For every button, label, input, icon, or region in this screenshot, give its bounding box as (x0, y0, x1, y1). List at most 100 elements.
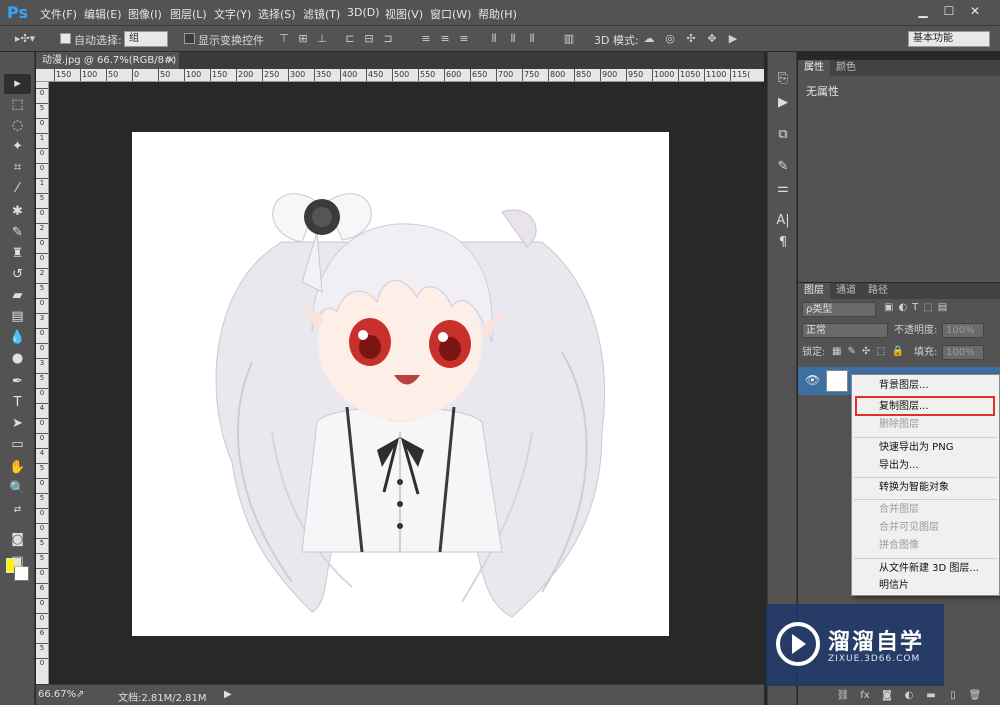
opacity-input[interactable]: 100% (942, 323, 984, 338)
link-layers-icon[interactable]: ⛓ (836, 689, 850, 703)
menu-item-postcard[interactable]: 明信片 (879, 579, 909, 593)
menu-item-convert-smart-object[interactable]: 转换为智能对象 (879, 481, 949, 495)
menu-filter[interactable]: 滤镜(T) (303, 6, 340, 22)
clone-source-icon[interactable]: ⧉ (774, 126, 792, 144)
path-select-tool-icon[interactable]: ➤ (4, 414, 31, 434)
menu-window[interactable]: 窗口(W) (430, 6, 471, 22)
export-icon[interactable]: ⇗ (76, 689, 84, 700)
canvas-area[interactable] (49, 82, 764, 684)
gradient-tool-icon[interactable]: ▤ (4, 307, 31, 327)
blur-tool-icon[interactable]: 💧 (4, 328, 31, 348)
quick-mask-icon[interactable]: ◙ (4, 530, 31, 550)
blend-mode-dropdown[interactable]: 正常 (802, 323, 888, 338)
pen-tool-icon[interactable]: ✒ (4, 372, 31, 392)
menu-type[interactable]: 文字(Y) (214, 6, 251, 22)
history-brush-tool-icon[interactable]: ↺ (4, 265, 31, 285)
auto-align-icon[interactable]: ▥ (563, 32, 575, 46)
marquee-tool-icon[interactable]: ⬚ (4, 95, 31, 115)
quick-select-tool-icon[interactable]: ✦ (4, 137, 31, 157)
swap-colors-icon[interactable]: ⇄ (4, 500, 31, 520)
distribute-right-icon[interactable]: ⫴ (526, 32, 538, 46)
align-bottom-icon[interactable]: ⊥ (316, 32, 328, 46)
menu-item-quick-export-png[interactable]: 快速导出为 PNG (879, 441, 953, 455)
menu-image[interactable]: 图像(I) (128, 6, 162, 22)
maximize-button[interactable]: ☐ (936, 2, 962, 20)
3d-camera-icon[interactable]: ▶ (727, 32, 739, 46)
auto-select-dropdown[interactable]: 组 (124, 31, 168, 47)
hand-tool-icon[interactable]: ✋ (4, 458, 31, 478)
screen-mode-icon[interactable]: ▣ (4, 552, 31, 572)
close-window-button[interactable]: ✕ (962, 2, 988, 20)
tab-layers[interactable]: 图层 (798, 283, 830, 299)
fill-input[interactable]: 100% (942, 345, 984, 360)
distribute-bottom-icon[interactable]: ≡ (458, 32, 470, 46)
menu-file[interactable]: 文件(F) (40, 6, 77, 22)
menu-select[interactable]: 选择(S) (258, 6, 296, 22)
delete-layer-icon[interactable]: 🗑 (968, 689, 982, 703)
distribute-top-icon[interactable]: ≡ (420, 32, 432, 46)
status-menu-arrow-icon[interactable]: ▶ (224, 689, 232, 700)
menu-item-background-layer[interactable]: 背景图层... (879, 379, 929, 393)
history-panel-icon[interactable]: ⎘ (774, 70, 792, 88)
menu-help[interactable]: 帮助(H) (478, 6, 517, 22)
show-transform-checkbox[interactable] (184, 33, 195, 44)
document-tab[interactable]: 动漫.jpg @ 66.7%(RGB/8#) × (36, 52, 179, 69)
zoom-level[interactable]: 66.67% (38, 689, 76, 700)
tab-paths[interactable]: 路径 (862, 283, 894, 299)
move-tool-icon[interactable]: ▸ (4, 74, 31, 94)
3d-roll-icon[interactable]: ◎ (664, 32, 676, 46)
paragraph-panel-icon[interactable]: ¶ (774, 234, 792, 252)
menu-item-export-as[interactable]: 导出为... (879, 459, 919, 473)
align-top-icon[interactable]: ⊤ (278, 32, 290, 46)
3d-slide-icon[interactable]: ✥ (706, 32, 718, 46)
align-vcenter-icon[interactable]: ⊞ (297, 32, 309, 46)
eyedropper-tool-icon[interactable]: ⁄ (4, 179, 31, 199)
clone-stamp-tool-icon[interactable]: ♜ (4, 244, 31, 264)
menu-3d[interactable]: 3D(D) (347, 6, 380, 19)
brush-settings-icon[interactable]: ⚌ (774, 180, 792, 198)
eraser-tool-icon[interactable]: ▰ (4, 286, 31, 306)
visibility-eye-icon[interactable]: 👁 (805, 373, 820, 387)
layer-filter-dropdown[interactable]: ρ类型 (802, 302, 876, 317)
dodge-tool-icon[interactable]: ● (4, 349, 31, 369)
layer-style-icon[interactable]: fx (858, 689, 872, 703)
menu-view[interactable]: 视图(V) (385, 6, 423, 22)
3d-drag-icon[interactable]: ✣ (685, 32, 697, 46)
workspace-dropdown[interactable]: 基本功能 (908, 31, 990, 47)
filter-icons[interactable]: ▣◐T⬚▤ (884, 302, 952, 313)
type-tool-icon[interactable]: T (4, 393, 31, 413)
new-layer-icon[interactable]: ▯ (946, 689, 960, 703)
crop-tool-icon[interactable]: ⌗ (4, 158, 31, 178)
minimize-button[interactable]: ▁ (910, 2, 936, 20)
distribute-vcenter-icon[interactable]: ≡ (439, 32, 451, 46)
healing-brush-tool-icon[interactable]: ✱ (4, 202, 31, 222)
distribute-left-icon[interactable]: ⫴ (488, 32, 500, 46)
menu-layer[interactable]: 图层(L) (170, 6, 207, 22)
menu-item-new-3d-from-file[interactable]: 从文件新建 3D 图层... (879, 562, 979, 576)
align-right-icon[interactable]: ⊐ (382, 32, 394, 46)
document-canvas[interactable] (132, 132, 669, 636)
auto-select-checkbox[interactable] (60, 33, 71, 44)
menu-item-duplicate-layer[interactable]: 复制图层... (879, 400, 929, 414)
lock-icons[interactable]: ▦✎✣⬚🔒 (832, 346, 910, 357)
brush-tool-icon[interactable]: ✎ (4, 223, 31, 243)
tab-color[interactable]: 颜色 (830, 60, 862, 76)
new-group-icon[interactable]: ▬ (924, 689, 938, 703)
lasso-tool-icon[interactable]: ◌ (4, 116, 31, 136)
distribute-hcenter-icon[interactable]: ⫴ (507, 32, 519, 46)
tab-channels[interactable]: 通道 (830, 283, 862, 299)
actions-panel-icon[interactable]: ▶ (774, 94, 792, 112)
shape-tool-icon[interactable]: ▭ (4, 435, 31, 455)
brush-presets-icon[interactable]: ✎ (774, 158, 792, 176)
move-tool-preset-icon[interactable]: ▸✣▾ (10, 32, 40, 46)
align-left-icon[interactable]: ⊏ (344, 32, 356, 46)
close-document-icon[interactable]: × (167, 52, 175, 69)
3d-orbit-icon[interactable]: ☁ (643, 32, 655, 46)
tab-properties[interactable]: 属性 (798, 60, 830, 76)
menu-edit[interactable]: 编辑(E) (84, 6, 122, 22)
adjustment-layer-icon[interactable]: ◐ (902, 689, 916, 703)
zoom-tool-icon[interactable]: 🔍 (4, 479, 31, 499)
add-mask-icon[interactable]: ◙ (880, 689, 894, 703)
character-panel-icon[interactable]: A| (774, 212, 792, 230)
align-hcenter-icon[interactable]: ⊟ (363, 32, 375, 46)
